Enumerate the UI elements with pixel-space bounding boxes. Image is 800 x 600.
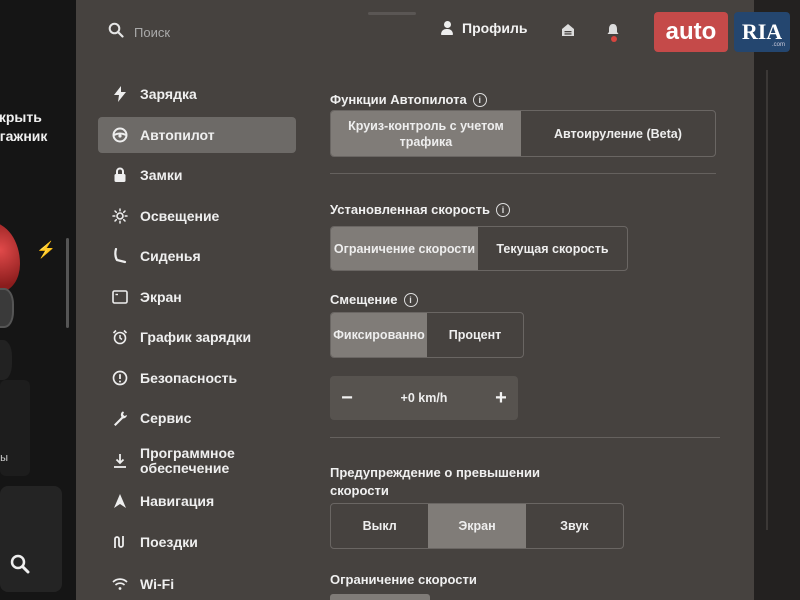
sidebar-item-software[interactable]: Программное обеспечение — [98, 441, 296, 481]
sidebar-item-label: Зарядка — [140, 85, 197, 102]
sidebar-item-seats[interactable]: Сиденья — [98, 238, 296, 274]
settings-topbar: Профиль — [76, 0, 754, 62]
sidebar-item-label: Сервис — [140, 409, 192, 426]
speed-warning-title: Предупреждение о превышении скорости — [330, 464, 570, 500]
bolt-icon — [110, 84, 130, 104]
charging-bolt-icon[interactable]: ⚡ — [36, 240, 56, 260]
option-fixed[interactable]: Фиксированно — [331, 313, 427, 357]
sidebar-item-wifi[interactable]: Wi-Fi — [98, 566, 296, 600]
wrench-icon — [110, 408, 130, 428]
bezel-line — [766, 70, 768, 530]
autopilot-features-title: Функции Автопилота i — [330, 92, 487, 107]
watermark-auto: auto — [654, 12, 728, 52]
trips-icon — [110, 532, 130, 552]
sidebar-item-label: График зарядки — [140, 328, 252, 345]
sidebar-item-safety[interactable]: Безопасность — [98, 360, 296, 396]
car-wheel — [0, 288, 14, 328]
set-speed-selector: Ограничение скорости Текущая скорость — [330, 226, 628, 271]
lock-icon — [110, 165, 130, 185]
divider — [330, 437, 720, 438]
alarm-clock-icon — [110, 327, 130, 347]
open-trunk-label[interactable]: ткрыть агажник — [0, 108, 47, 146]
sidebar-item-label: Безопасность — [140, 369, 238, 386]
car-preview-pane: ткрыть агажник ⚡ ры — [0, 0, 76, 600]
search-icon — [10, 554, 30, 580]
set-speed-title: Установленная скорость i — [330, 202, 510, 217]
notification-dot — [611, 36, 617, 42]
alert-circle-icon — [110, 368, 130, 388]
sidebar-item-label: Wi-Fi — [140, 575, 175, 592]
open-trunk-line1: ткрыть — [0, 109, 42, 125]
user-icon — [440, 21, 454, 35]
download-icon — [110, 451, 130, 471]
autopilot-features-selector: Круиз-контроль с учетом трафика Автоирул… — [330, 110, 716, 157]
section-title-text: Установленная скорость — [330, 202, 490, 217]
wifi-icon — [110, 574, 130, 594]
sidebar-item-display[interactable]: Экран — [98, 279, 296, 315]
sidebar-item-label: Сиденья — [140, 247, 201, 264]
display-icon — [110, 287, 130, 307]
option-chime[interactable]: Звук — [526, 504, 623, 548]
option-current-speed[interactable]: Текущая скорость — [478, 227, 627, 270]
navigation-arrow-icon — [110, 491, 130, 511]
sidebar-item-navigation[interactable]: Навигация — [98, 483, 296, 519]
info-icon[interactable]: i — [472, 92, 487, 107]
settings-panel: Профиль Зарядка Автопилот Замки Освещени… — [76, 0, 754, 600]
sidebar-item-autopilot[interactable]: Автопилот — [98, 117, 296, 153]
autoria-watermark: auto RIA .com — [654, 12, 790, 52]
sidebar-item-label: Экран — [140, 288, 182, 305]
divider — [330, 173, 716, 174]
section-title-text: Ограничение скорости — [330, 572, 477, 587]
open-trunk-line2: агажник — [0, 128, 48, 144]
sidebar-item-label: Поездки — [140, 533, 198, 550]
sidebar-item-trips[interactable]: Поездки — [98, 524, 296, 560]
car-image — [0, 222, 20, 292]
sidebar-item-service[interactable]: Сервис — [98, 400, 296, 436]
speed-limit-title: Ограничение скорости — [330, 572, 477, 587]
sidebar-item-label: Навигация — [140, 492, 215, 509]
seat-icon — [110, 246, 130, 266]
sidebar-item-charge-schedule[interactable]: График зарядки — [98, 319, 296, 355]
offset-value: +0 km/h — [400, 391, 448, 405]
info-icon[interactable]: i — [495, 202, 510, 217]
increment-button[interactable]: + — [484, 376, 518, 420]
home-icon[interactable] — [560, 22, 576, 43]
sidebar-item-lighting[interactable]: Освещение — [98, 198, 296, 234]
car-wheel-rear — [0, 340, 12, 380]
sidebar-item-label: Программное обеспечение — [140, 445, 235, 476]
search-icon — [108, 22, 124, 43]
section-title-text: Смещение — [330, 292, 398, 307]
sidebar-item-label: Автопилот — [140, 126, 215, 143]
offset-selector: Фиксированно Процент — [330, 312, 524, 358]
sun-icon — [110, 206, 130, 226]
option-traffic-aware-cruise[interactable]: Круиз-контроль с учетом трафика — [331, 111, 521, 156]
sidebar-item-locks[interactable]: Замки — [98, 157, 296, 193]
watermark-com: .com — [772, 42, 786, 48]
sidebar-item-label: Замки — [140, 166, 183, 183]
option-speed-limit[interactable]: Ограничение скорости — [331, 227, 478, 270]
offset-title: Смещение i — [330, 292, 418, 307]
scroll-indicator — [66, 238, 69, 328]
sidebar-item-charging[interactable]: Зарядка — [98, 76, 296, 112]
quick-control-label: ры — [0, 452, 9, 464]
settings-search-input[interactable] — [134, 22, 334, 42]
speed-warning-selector: Выкл Экран Звук — [330, 503, 624, 549]
option-percent[interactable]: Процент — [427, 313, 523, 357]
panel-grip-handle[interactable] — [368, 12, 416, 15]
offset-stepper: − +0 km/h + — [330, 376, 518, 420]
profile-label: Профиль — [462, 20, 528, 36]
option-display[interactable]: Экран — [428, 504, 526, 548]
steering-wheel-icon — [110, 125, 130, 145]
decrement-button[interactable]: − — [330, 376, 364, 420]
info-icon[interactable]: i — [403, 292, 418, 307]
dock-search-tile[interactable] — [0, 486, 62, 592]
section-title-text: Функции Автопилота — [330, 92, 467, 107]
section-title-text: Предупреждение о превышении скорости — [330, 465, 540, 498]
sidebar-item-label: Освещение — [140, 207, 220, 224]
screen-bezel — [754, 0, 800, 600]
profile-button[interactable]: Профиль — [440, 20, 528, 36]
speed-limit-selector-partial[interactable] — [330, 594, 430, 600]
option-off[interactable]: Выкл — [331, 504, 428, 548]
option-autosteer[interactable]: Автоируление (Beta) — [521, 111, 715, 156]
